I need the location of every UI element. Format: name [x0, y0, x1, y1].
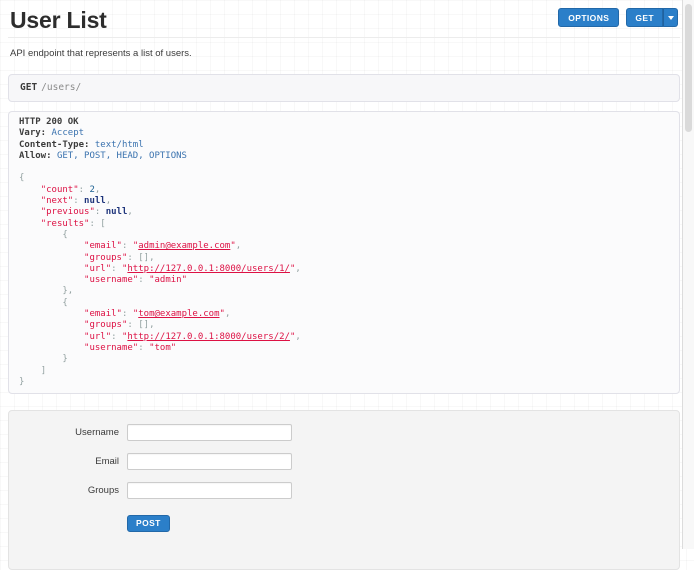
json-token-pln — [19, 264, 84, 274]
email-input[interactable] — [127, 453, 292, 470]
json-token-str: "previous" — [41, 207, 95, 217]
endpoint-description: API endpoint that represents a list of u… — [10, 48, 678, 59]
json-link[interactable]: tom@example.com — [138, 309, 219, 319]
json-token-pun: { — [19, 173, 24, 183]
scrollbar[interactable] — [682, 0, 694, 549]
username-input[interactable] — [127, 424, 292, 441]
page-title: User List — [10, 7, 107, 33]
json-token-pln — [19, 320, 84, 330]
json-token-pun: : — [122, 309, 133, 319]
scrollbar-thumb[interactable] — [685, 4, 692, 132]
json-token-pun: , — [95, 185, 100, 195]
json-link[interactable]: http://127.0.0.1:8000/users/2/ — [127, 332, 290, 342]
json-token-pun: , — [127, 207, 132, 217]
get-dropdown-toggle[interactable] — [663, 8, 678, 27]
request-method: GET — [20, 82, 37, 93]
json-token-pun: : — [122, 241, 133, 251]
json-token-pln — [19, 354, 62, 364]
post-button[interactable]: POST — [127, 515, 170, 532]
json-token-pun: { — [62, 230, 67, 240]
json-token-pun: : — [79, 185, 90, 195]
json-token-str: "email" — [84, 241, 122, 251]
json-token-pln — [19, 343, 84, 353]
json-token-str: "url" — [84, 332, 111, 342]
json-token-pln — [19, 275, 84, 285]
json-token-pun: , — [106, 196, 111, 206]
post-form-panel: Username Email Groups POST — [8, 410, 680, 570]
json-token-pln — [19, 298, 62, 308]
json-token-str: "count" — [41, 185, 79, 195]
json-token-pun: , — [295, 264, 300, 274]
chevron-down-icon — [668, 16, 674, 20]
json-token-pun: : — [138, 275, 149, 285]
form-row: Groups — [9, 482, 679, 499]
response-header-value: text/html — [95, 140, 144, 150]
json-token-pln — [19, 366, 41, 376]
response-header-name: Allow: — [19, 151, 52, 161]
request-bar: GET/users/ — [8, 74, 680, 102]
json-token-pln — [19, 286, 62, 296]
json-token-str: "email" — [84, 309, 122, 319]
json-token-pln — [19, 185, 41, 195]
json-token-pun: , — [225, 309, 230, 319]
username-label: Username — [9, 424, 119, 441]
response-status-line: HTTP 200 OK — [19, 117, 79, 127]
json-token-pun: , — [295, 332, 300, 342]
json-token-str: "admin" — [149, 275, 187, 285]
groups-label: Groups — [9, 482, 119, 499]
json-token-str: "username" — [84, 343, 138, 353]
json-token-pln — [19, 241, 84, 251]
json-token-pln — [19, 207, 41, 217]
json-token-str: "tom" — [149, 343, 176, 353]
json-token-pun: }, — [62, 286, 73, 296]
json-token-pln — [19, 196, 41, 206]
response-header-name: Content-Type: — [19, 140, 89, 150]
groups-input[interactable] — [127, 482, 292, 499]
json-token-pln — [19, 253, 84, 263]
json-token-pln — [19, 309, 84, 319]
form-actions: POST — [127, 513, 679, 532]
get-button[interactable]: GET — [626, 8, 663, 27]
main-content: User List OPTIONS GET API endpoint that … — [0, 0, 682, 570]
json-token-str: "results" — [41, 219, 90, 229]
json-link[interactable]: http://127.0.0.1:8000/users/1/ — [127, 264, 290, 274]
json-token-kwd: null — [106, 207, 128, 217]
get-button-group: GET — [626, 8, 678, 27]
json-token-pun: : [], — [127, 253, 154, 263]
json-token-pun: : — [111, 332, 122, 342]
response-header-value: Accept — [52, 128, 85, 138]
json-token-kwd: null — [84, 196, 106, 206]
options-button[interactable]: OPTIONS — [558, 8, 619, 27]
json-token-pun: : — [138, 343, 149, 353]
toolbar: OPTIONS GET — [558, 8, 678, 27]
json-token-str: "url" — [84, 264, 111, 274]
request-path: /users/ — [41, 82, 81, 93]
json-token-str: "groups" — [84, 253, 127, 263]
json-token-pun: : [ — [89, 219, 105, 229]
json-token-pun: : — [111, 264, 122, 274]
json-token-pln — [19, 332, 84, 342]
json-token-pln — [19, 219, 41, 229]
response-header-name: Vary: — [19, 128, 46, 138]
json-token-pun: { — [62, 298, 67, 308]
form-row: Email — [9, 453, 679, 470]
json-link[interactable]: admin@example.com — [138, 241, 230, 251]
response-header-value: GET, POST, HEAD, OPTIONS — [57, 151, 187, 161]
form-row: Username — [9, 424, 679, 441]
json-token-pun: } — [62, 354, 67, 364]
json-token-str: "next" — [41, 196, 74, 206]
json-token-pln — [19, 230, 62, 240]
json-token-pun: } — [19, 377, 24, 387]
json-token-str: "groups" — [84, 320, 127, 330]
email-label: Email — [9, 453, 119, 470]
json-token-pun: , — [236, 241, 241, 251]
response-pre: HTTP 200 OK Vary: Accept Content-Type: t… — [8, 111, 680, 394]
page-header: User List OPTIONS GET — [8, 0, 680, 38]
json-token-str: "username" — [84, 275, 138, 285]
json-token-pun: : [], — [127, 320, 154, 330]
json-token-pun: : — [73, 196, 84, 206]
json-token-pun: : — [95, 207, 106, 217]
json-token-pun: ] — [41, 366, 46, 376]
